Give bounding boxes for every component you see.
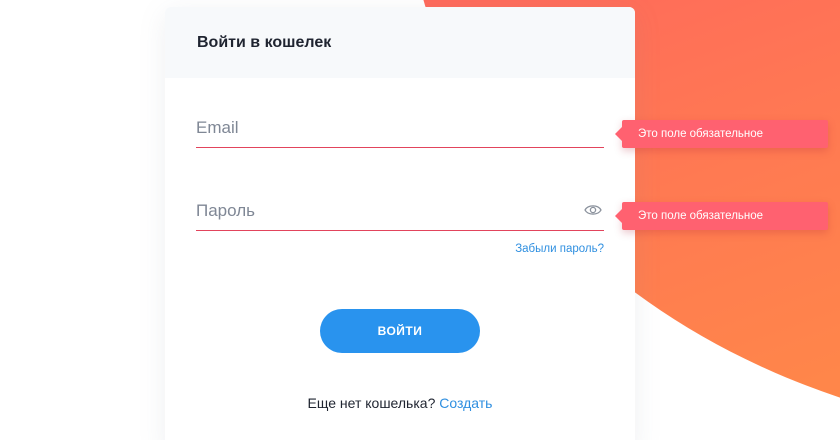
password-error-tooltip: Это поле обязательное — [615, 202, 828, 230]
signup-row: Еще нет кошелька? Создать — [165, 395, 635, 411]
signup-link[interactable]: Создать — [439, 395, 492, 411]
eye-icon[interactable] — [584, 203, 602, 217]
email-error-tooltip: Это поле обязательное — [615, 120, 828, 148]
page-title: Войти в кошелек — [197, 33, 332, 51]
password-field — [196, 192, 604, 231]
card-header: Войти в кошелек — [165, 7, 635, 78]
password-input[interactable] — [196, 192, 604, 230]
login-card: Войти в кошелек Забыли пароль? ВОЙТИ Еще… — [165, 7, 635, 440]
email-error-text: Это поле обязательное — [638, 128, 764, 140]
signup-prompt: Еще нет кошелька? — [307, 395, 440, 411]
email-field — [196, 109, 604, 148]
login-button[interactable]: ВОЙТИ — [320, 309, 480, 353]
password-error-text: Это поле обязательное — [638, 210, 764, 222]
email-input[interactable] — [196, 109, 604, 147]
forgot-password-link[interactable]: Забыли пароль? — [515, 243, 604, 255]
page: Войти в кошелек Забыли пароль? ВОЙТИ Еще… — [0, 0, 840, 440]
